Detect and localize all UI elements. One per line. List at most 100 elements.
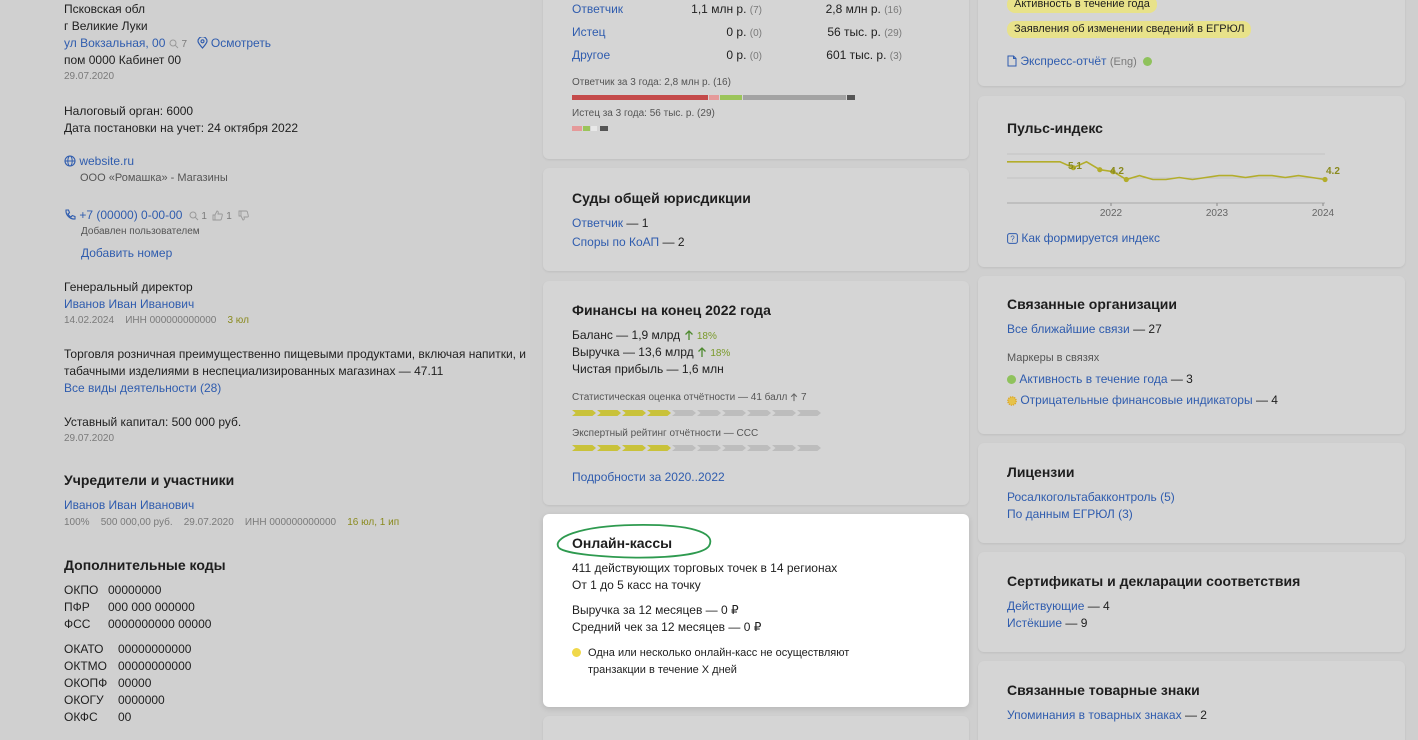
arbitration-row-other: Другое 0 р. (0) 601 тыс. р. (3) — [572, 47, 902, 65]
scale-segment — [797, 410, 821, 416]
courts-koap-count: — 2 — [662, 235, 685, 249]
related-negative-count: — 4 — [1255, 393, 1278, 407]
arbitration-other-link[interactable]: Другое — [572, 47, 662, 65]
scale-segment — [572, 410, 596, 416]
plaintiff-bar — [572, 126, 612, 131]
arbitration-row-plaintiff: Истец 0 р. (0) 56 тыс. р. (29) — [572, 24, 902, 42]
website-row: website.ru — [64, 153, 134, 170]
pulse-how-link[interactable]: Как формируется индекс — [1021, 231, 1160, 245]
director-companies-badge[interactable]: 3 юл — [227, 315, 248, 326]
pulse-label-b: 4.2 — [1110, 166, 1124, 177]
map-pin-icon — [196, 37, 208, 49]
arbitration-plaintiff-link[interactable]: Истец — [572, 24, 662, 42]
code-row: ОКФС 00 — [64, 709, 191, 726]
registration-date: Дата постановки на учет: 24 октября 2022 — [64, 121, 299, 135]
activity-line-1: Торговля розничная преимущественно пищев… — [64, 347, 527, 361]
phone-likes-count: 1 — [226, 211, 232, 222]
related-marker-negative: Отрицательные финансовые индикаторы — 4 — [1007, 392, 1278, 409]
arb-sum: 1,1 млн р. — [691, 2, 747, 16]
related-activity-link[interactable]: Активность в течение года — [1019, 372, 1167, 386]
finance-details-link[interactable]: Подробности за 2020..2022 — [572, 469, 725, 486]
code-row: ОКОГУ 0000000 — [64, 692, 191, 709]
thumbs-down-icon — [238, 210, 249, 221]
courts-defendant-link[interactable]: Ответчик — [572, 216, 623, 230]
all-activities-link[interactable]: Все виды деятельности (28) — [64, 380, 221, 397]
director-meta: 14.02.2024 ИНН 000000000000 3 юл — [64, 314, 249, 328]
pulse-point — [1123, 176, 1129, 183]
website-link[interactable]: website.ru — [79, 154, 134, 168]
scale-segment — [622, 410, 646, 416]
balance-value: Баланс — 1,9 млрд — [572, 328, 681, 342]
code-row: ОКОПФ 00000 — [64, 675, 191, 692]
x-tick-label: 2022 — [1100, 208, 1123, 219]
kassy-warning-line2: транзакции в течение X дней — [588, 664, 737, 676]
founder-name-link[interactable]: Иванов Иван Иванович — [64, 497, 194, 514]
code-row: ОКТМО 00000000000 — [64, 658, 191, 675]
founders-title: Учредители и участники — [64, 472, 235, 488]
express-report-eng-link[interactable]: (Eng) — [1110, 56, 1137, 68]
scale-segment — [597, 410, 621, 416]
founder-companies-badge[interactable]: 16 юл, 1 ип — [347, 517, 399, 528]
scale-segment — [697, 445, 721, 451]
code-key: ОКФС — [64, 710, 98, 724]
related-title: Связанные организации — [1007, 296, 1177, 312]
marker-tag-egrul-label: Заявления об изменении сведений в ЕГРЮЛ — [1007, 21, 1252, 38]
defendant-bar — [572, 95, 856, 100]
stat-score-delta: 7 — [800, 392, 807, 403]
certs-active-link[interactable]: Действующие — [1007, 599, 1084, 613]
phone-link[interactable]: +7 (00000) 0-00-00 — [79, 208, 182, 222]
certs-title: Сертификаты и декларации соответствия — [1007, 573, 1301, 589]
finance-title: Финансы на конец 2022 года — [572, 302, 771, 318]
courts-item-koap: Споры по КоАП — 2 — [572, 234, 685, 251]
related-all-link[interactable]: Все ближайшие связи — [1007, 322, 1130, 336]
finance-revenue: Выручка — 13,6 млрд 18% — [572, 344, 730, 361]
search-icon — [169, 39, 179, 49]
address-street-link[interactable]: ул Вокзальная, 00 — [64, 36, 165, 50]
map-view-label: Осмотреть — [210, 36, 272, 50]
code-value: 0000000000 00000 — [108, 617, 212, 631]
certs-expired-link[interactable]: Истёкшие — [1007, 616, 1062, 630]
add-phone-link[interactable]: Добавить номер — [81, 245, 172, 262]
warning-burst-icon — [1007, 396, 1017, 406]
address-city: г Великие Луки — [64, 19, 148, 33]
license-rosalko-link[interactable]: Росалкогольтабакконтроль (5) — [1007, 489, 1175, 506]
scale-segment — [747, 445, 771, 451]
trademarks-mentions-link[interactable]: Упоминания в товарных знаках — [1007, 708, 1182, 722]
address-date: 29.07.2020 — [64, 71, 115, 82]
director-inn: ИНН 000000000000 — [125, 315, 217, 326]
bar-seg — [600, 126, 608, 131]
code-key: ПФР — [64, 600, 90, 614]
marker-tag-activity-label: Активность в течение года — [1007, 0, 1157, 13]
director-name-link[interactable]: Иванов Иван Иванович — [64, 296, 194, 313]
courts-koap-link[interactable]: Споры по КоАП — [572, 235, 659, 249]
scale-segment — [772, 410, 796, 416]
marker-tag-activity[interactable]: Активность в течение года — [1007, 0, 1157, 13]
related-marker-activity: Активность в течение года — 3 — [1007, 371, 1193, 388]
company-details-column: Псковская обл г Великие Луки ул Вокзальн… — [0, 0, 530, 740]
arbitration-defendant-link[interactable]: Ответчик — [572, 1, 662, 19]
map-view-link[interactable]: Осмотреть — [196, 36, 272, 50]
licenses-title: Лицензии — [1007, 464, 1075, 480]
expert-rating-scale — [572, 445, 824, 451]
street-views: 7 — [169, 39, 190, 50]
related-negative-link[interactable]: Отрицательные финансовые индикаторы — [1020, 393, 1252, 407]
express-report-row: Экспресс-отчёт (Eng) — [1007, 53, 1153, 70]
license-egrul-link[interactable]: По данным ЕГРЮЛ (3) — [1007, 506, 1133, 523]
related-orgs-card: Связанные организации Все ближайшие связ… — [978, 276, 1405, 434]
bar-seg — [591, 126, 597, 131]
arb-count: (7) — [749, 5, 762, 16]
pulse-series-line — [1007, 160, 1326, 181]
express-report-link[interactable]: Экспресс-отчёт — [1020, 54, 1106, 68]
founder-sum: 500 000,00 руб. — [100, 517, 173, 528]
code-value: 00000000000 — [118, 659, 192, 673]
phone-dislike-button[interactable] — [235, 208, 249, 222]
marker-tag-egrul[interactable]: Заявления об изменении сведений в ЕГРЮЛ — [1007, 19, 1252, 38]
bar-seg — [743, 95, 846, 100]
address-region: Псковская обл — [64, 2, 145, 16]
code-row: ФСС 0000000000 00000 — [64, 616, 211, 633]
search-icon — [189, 211, 198, 221]
certs-expired-count: — 9 — [1065, 616, 1088, 630]
phone-like-button[interactable]: 1 — [210, 210, 235, 222]
pulse-chart[interactable]: 5.1 4.2 4.2 2022 2023 2024 — [1007, 146, 1347, 221]
courts-card: Суды общей юрисдикции Ответчик — 1 Споры… — [543, 168, 969, 271]
